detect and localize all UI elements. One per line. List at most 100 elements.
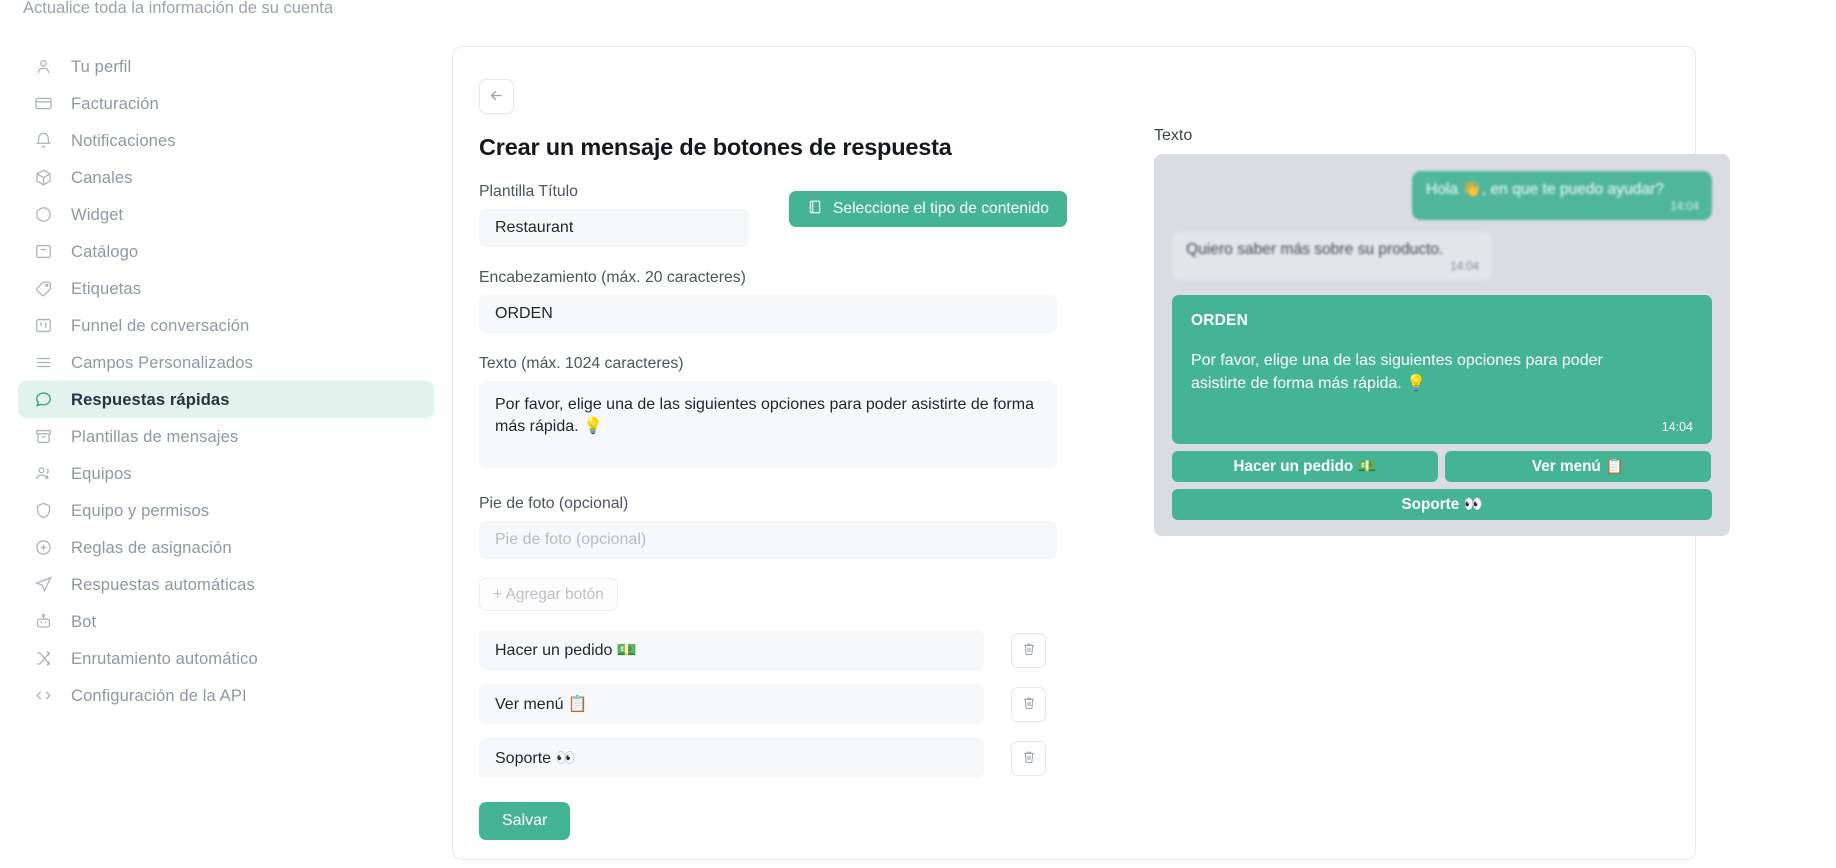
sidebar-item-label: Etiquetas <box>71 278 142 298</box>
box-icon <box>34 168 53 187</box>
sidebar-item-label: Funnel de conversación <box>71 315 250 335</box>
reply-button-input[interactable] <box>479 630 984 670</box>
kanban-icon <box>34 316 53 335</box>
sidebar: Actualice toda la información de su cuen… <box>0 0 452 868</box>
sidebar-item-label: Canales <box>71 167 133 187</box>
sidebar-nav: Tu perfil Facturación Notificaciones Can… <box>0 48 452 714</box>
sidebar-item-label: Plantillas de mensajes <box>71 426 239 446</box>
template-preview-card: ORDEN Por favor, elige una de las siguie… <box>1172 295 1712 444</box>
sidebar-item-tu-perfil[interactable]: Tu perfil <box>18 48 434 85</box>
caption-input[interactable] <box>479 521 1057 559</box>
heading-input[interactable] <box>479 295 1057 333</box>
tag-icon <box>34 279 53 298</box>
template-preview-header: ORDEN <box>1191 312 1248 329</box>
send-icon <box>34 575 53 594</box>
chat-bubble-time: 14:04 <box>1670 201 1699 213</box>
sidebar-item-catalogo[interactable]: Catálogo <box>18 233 434 270</box>
template-title-input[interactable] <box>479 209 749 247</box>
preview-reply-button[interactable]: Hacer un pedido 💵 <box>1172 451 1438 482</box>
back-button[interactable] <box>479 79 514 114</box>
chat-bubble-text: Quiero saber más sobre su producto. <box>1186 241 1444 258</box>
sidebar-item-label: Widget <box>71 204 124 224</box>
sidebar-item-label: Configuración de la API <box>71 685 247 705</box>
credit-card-icon <box>34 94 53 113</box>
template-preview-buttons: Hacer un pedido 💵 Ver menú 📋 Soporte 👀 <box>1172 451 1712 520</box>
sidebar-item-canales[interactable]: Canales <box>18 159 434 196</box>
sidebar-item-label: Respuestas automáticas <box>71 574 255 594</box>
caption-label: Pie de foto (opcional) <box>479 495 629 512</box>
preview-column: Texto Hola 👋, en que te puedo ayudar? 14… <box>1099 79 1730 859</box>
sidebar-item-enrutamiento-automatico[interactable]: Enrutamiento automático <box>18 640 434 677</box>
sidebar-item-notificaciones[interactable]: Notificaciones <box>18 122 434 159</box>
reply-button-input[interactable] <box>479 738 984 778</box>
form-column: Crear un mensaje de botones de respuesta… <box>479 79 1099 859</box>
sidebar-item-configuracion-de-la-api[interactable]: Configuración de la API <box>18 677 434 714</box>
chat-preview: Hola 👋, en que te puedo ayudar? 14:04 Qu… <box>1154 154 1730 536</box>
sidebar-item-label: Facturación <box>71 93 159 113</box>
delete-reply-button[interactable] <box>1011 632 1046 668</box>
editor-card: Crear un mensaje de botones de respuesta… <box>452 46 1730 860</box>
user-icon <box>34 57 53 76</box>
chat-bubble-time: 14:04 <box>1450 261 1479 273</box>
preview-reply-button[interactable]: Ver menú 📋 <box>1445 451 1711 482</box>
select-content-type-label: Seleccione el tipo de contenido <box>833 200 1049 217</box>
sidebar-item-facturacion[interactable]: Facturación <box>18 85 434 122</box>
add-button-button[interactable]: + Agregar botón <box>479 578 618 611</box>
sidebar-item-bot[interactable]: Bot <box>18 603 434 640</box>
text-label: Texto (máx. 1024 caracteres) <box>479 355 684 372</box>
sidebar-item-equipo-y-permisos[interactable]: Equipo y permisos <box>18 492 434 529</box>
chat-bubble-incoming: Quiero saber más sobre su producto. 14:0… <box>1172 232 1492 280</box>
shield-icon <box>34 501 53 520</box>
text-textarea[interactable]: Por favor, elige una de las siguientes o… <box>479 381 1057 468</box>
code-icon <box>34 686 53 705</box>
sidebar-item-campos-personalizados[interactable]: Campos Personalizados <box>18 344 434 381</box>
sidebar-subtitle: Actualice toda la información de su cuen… <box>23 0 334 17</box>
bag-icon <box>34 242 53 261</box>
page-title: Crear un mensaje de botones de respuesta <box>479 134 952 160</box>
sidebar-item-label: Respuestas rápidas <box>71 389 230 409</box>
select-content-type-button[interactable]: Seleccione el tipo de contenido <box>789 191 1067 227</box>
reply-button-row <box>479 684 1099 724</box>
sidebar-item-label: Reglas de asignación <box>71 537 232 557</box>
sidebar-item-label: Tu perfil <box>71 56 132 76</box>
template-preview-time: 14:04 <box>1661 420 1693 434</box>
users-icon <box>34 464 53 483</box>
sidebar-item-respuestas-rapidas[interactable]: Respuestas rápidas <box>18 381 434 418</box>
sidebar-item-equipos[interactable]: Equipos <box>18 455 434 492</box>
sidebar-item-etiquetas[interactable]: Etiquetas <box>18 270 434 307</box>
delete-reply-button[interactable] <box>1011 686 1046 722</box>
sidebar-item-label: Equipo y permisos <box>71 500 210 520</box>
delete-reply-button[interactable] <box>1011 740 1046 776</box>
bell-icon <box>34 131 53 150</box>
circle-icon <box>34 205 53 224</box>
preview-reply-button[interactable]: Soporte 👀 <box>1172 489 1712 520</box>
heading-label: Encabezamiento (máx. 20 caracteres) <box>479 269 746 286</box>
sidebar-item-plantillas-de-mensajes[interactable]: Plantillas de mensajes <box>18 418 434 455</box>
reply-button-rows <box>479 630 1099 778</box>
trash-icon <box>1021 749 1037 768</box>
archive-icon <box>34 427 53 446</box>
chat-bubble-outgoing: Hola 👋, en que te puedo ayudar? 14:04 <box>1412 171 1712 220</box>
lines-icon <box>34 353 53 372</box>
sidebar-item-funnel-de-conversacion[interactable]: Funnel de conversación <box>18 307 434 344</box>
plus-circle-icon <box>34 538 53 557</box>
chat-bubble-text: Hola 👋, en que te puedo ayudar? <box>1426 181 1664 198</box>
robot-icon <box>34 612 53 631</box>
arrow-left-icon <box>488 87 505 107</box>
sidebar-item-label: Enrutamiento automático <box>71 648 258 668</box>
reply-button-row <box>479 630 1099 670</box>
sidebar-item-label: Bot <box>71 611 97 631</box>
sidebar-item-reglas-de-asignacion[interactable]: Reglas de asignación <box>18 529 434 566</box>
preview-label: Texto <box>1154 127 1193 144</box>
sidebar-item-label: Campos Personalizados <box>71 352 253 372</box>
sidebar-item-widget[interactable]: Widget <box>18 196 434 233</box>
save-button[interactable]: Salvar <box>479 802 571 840</box>
reply-button-input[interactable] <box>479 684 984 724</box>
shuffle-icon <box>34 649 53 668</box>
reply-button-row <box>479 738 1099 778</box>
sidebar-item-label: Catálogo <box>71 241 139 261</box>
sidebar-item-label: Equipos <box>71 463 132 483</box>
settings-page: Actualice toda la información de su cuen… <box>0 0 1836 868</box>
sidebar-item-respuestas-automaticas[interactable]: Respuestas automáticas <box>18 566 434 603</box>
trash-icon <box>1021 695 1037 714</box>
